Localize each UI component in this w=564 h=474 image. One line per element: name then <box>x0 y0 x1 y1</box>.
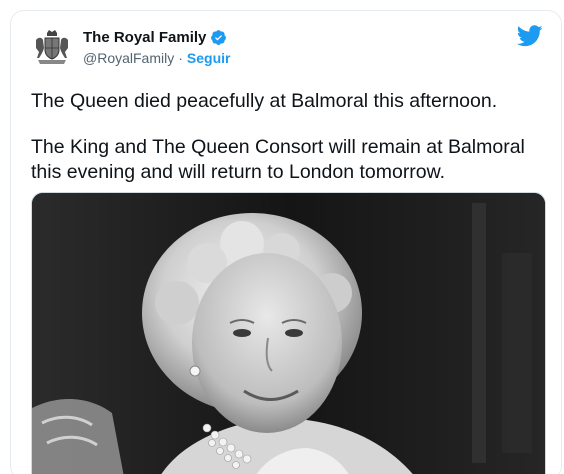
follow-button[interactable]: Seguir <box>187 50 231 66</box>
tweet-card[interactable]: The Royal Family @RoyalFamily · Seguir T… <box>10 10 562 474</box>
author-name-row[interactable]: The Royal Family <box>83 29 227 46</box>
royal-crest-icon[interactable] <box>33 28 71 66</box>
tweet-text: The Queen died peacefully at Balmoral th… <box>31 89 551 185</box>
tweet-paragraph-1: The Queen died peacefully at Balmoral th… <box>31 90 498 112</box>
author-handle[interactable]: @RoyalFamily <box>83 50 174 66</box>
tweet-paragraph-2-line-1: The King and The Queen Consort will rema… <box>31 136 525 158</box>
verified-badge-icon <box>210 29 227 46</box>
separator-dot: · <box>178 50 183 66</box>
tweet-paragraph-2-line-2: this evening and will return to London t… <box>31 161 446 183</box>
twitter-bird-icon[interactable] <box>516 25 543 47</box>
author-handle-row: @RoyalFamily · Seguir <box>83 50 230 66</box>
author-display-name[interactable]: The Royal Family <box>83 29 206 46</box>
tweet-photo[interactable] <box>31 192 546 474</box>
tweet-header: The Royal Family @RoyalFamily · Seguir <box>11 11 561 81</box>
